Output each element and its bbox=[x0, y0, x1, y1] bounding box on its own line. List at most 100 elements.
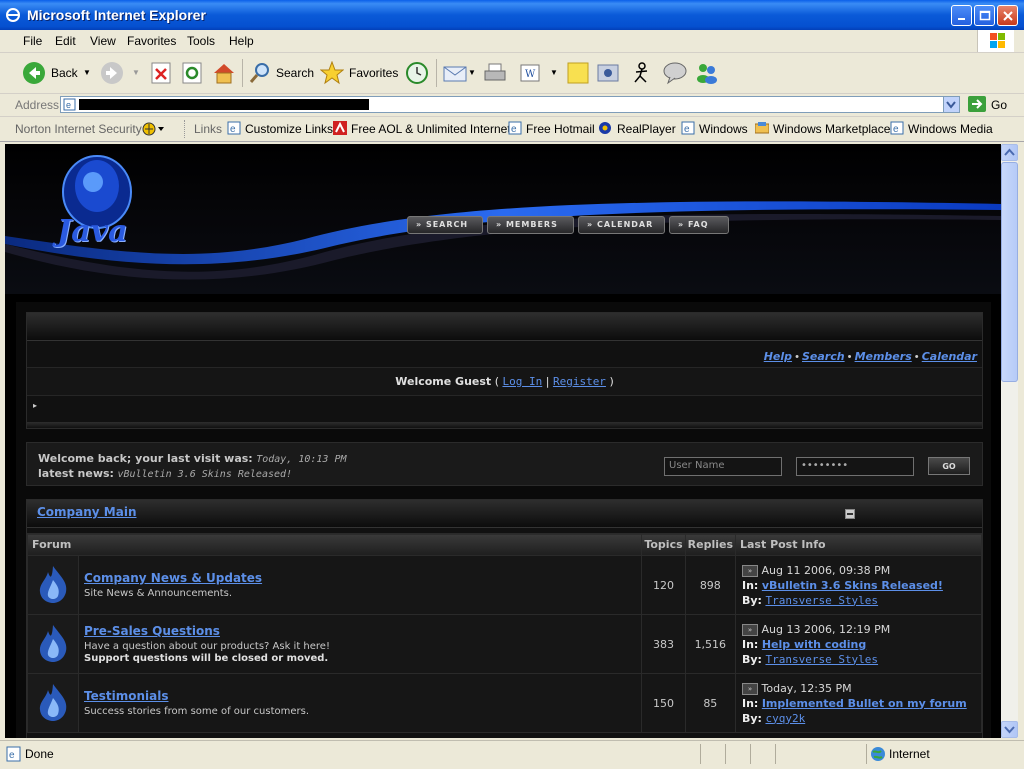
go-button[interactable] bbox=[968, 96, 986, 112]
back-button[interactable]: Back ▼ bbox=[22, 61, 94, 85]
login-link[interactable]: Log In bbox=[502, 375, 542, 388]
forum-name-link[interactable]: Pre-Sales Questions bbox=[84, 624, 640, 638]
go-to-post-icon[interactable]: » bbox=[742, 623, 758, 636]
window-frame-right bbox=[1018, 144, 1024, 738]
menu-tools[interactable]: Tools bbox=[187, 34, 215, 48]
menu-help[interactable]: Help bbox=[229, 34, 254, 48]
login-go-button[interactable]: GO bbox=[928, 457, 970, 475]
maximize-button[interactable] bbox=[974, 5, 995, 26]
password-input[interactable]: •••••••• bbox=[796, 457, 914, 476]
welcome-panel-header bbox=[27, 313, 982, 341]
print-button[interactable] bbox=[483, 61, 507, 85]
link-free-aol[interactable]: Free AOL & Unlimited Internet bbox=[351, 122, 511, 136]
vertical-scrollbar[interactable] bbox=[1001, 144, 1018, 738]
menu-file[interactable]: File bbox=[23, 34, 42, 48]
in-label: In: bbox=[742, 578, 759, 592]
go-label[interactable]: Go bbox=[991, 98, 1007, 112]
arrow-right-icon[interactable]: ▸ bbox=[33, 401, 37, 410]
research-button[interactable] bbox=[596, 61, 620, 85]
menu-favorites[interactable]: Favorites bbox=[127, 34, 176, 48]
collapse-icon[interactable] bbox=[845, 509, 855, 519]
norton-icon[interactable] bbox=[141, 121, 165, 137]
edit-button[interactable]: W ▼ bbox=[518, 61, 562, 85]
chevron-down-icon[interactable]: ▼ bbox=[83, 68, 91, 77]
last-post-user-link[interactable]: Transverse Styles bbox=[765, 594, 878, 607]
favorites-button[interactable]: Favorites bbox=[319, 60, 400, 85]
last-post-thread-link[interactable]: Help with coding bbox=[762, 638, 866, 651]
nav-search-button[interactable]: » SEARCH bbox=[407, 216, 483, 234]
last-post-thread-link[interactable]: vBulletin 3.6 Skins Released! bbox=[762, 579, 943, 592]
chevron-up-icon bbox=[1004, 148, 1015, 156]
last-post-user-link[interactable]: cyqy2k bbox=[765, 712, 805, 725]
top-link-help[interactable]: Help bbox=[764, 350, 792, 363]
link-windows[interactable]: Windows bbox=[699, 122, 748, 136]
address-input[interactable]: e bbox=[60, 96, 960, 113]
last-post-date: Aug 11 2006, 09:38 PM bbox=[761, 563, 891, 577]
window-title: Microsoft Internet Explorer bbox=[27, 7, 206, 23]
messenger-button[interactable] bbox=[694, 61, 720, 85]
address-dropdown[interactable] bbox=[943, 97, 959, 112]
scrollbar-thumb[interactable] bbox=[1001, 162, 1018, 382]
menu-view[interactable]: View bbox=[90, 34, 116, 48]
link-windows-marketplace[interactable]: Windows Marketplace bbox=[773, 122, 890, 136]
history-button[interactable] bbox=[405, 61, 429, 85]
mail-button[interactable]: ▼ bbox=[443, 61, 477, 85]
welcome-panel: Help • Search • Members • Calendar Welco… bbox=[26, 312, 983, 429]
aim-button[interactable] bbox=[630, 61, 654, 85]
discuss-button[interactable] bbox=[566, 61, 590, 85]
top-link-search[interactable]: Search bbox=[802, 350, 845, 363]
chevron-down-icon[interactable]: ▼ bbox=[550, 68, 558, 77]
home-icon bbox=[214, 64, 234, 84]
nav-faq-button[interactable]: » FAQ bbox=[669, 216, 729, 234]
by-label: By: bbox=[742, 652, 762, 666]
scroll-down-button[interactable] bbox=[1001, 721, 1018, 738]
last-post-cell: » Aug 13 2006, 12:19 PM In: Help with co… bbox=[735, 614, 982, 674]
scroll-up-button[interactable] bbox=[1001, 144, 1018, 161]
minimize-button[interactable] bbox=[951, 5, 972, 26]
link-customize-links[interactable]: Customize Links bbox=[245, 122, 333, 136]
top-link-members[interactable]: Members bbox=[855, 350, 912, 363]
forward-button[interactable]: ▼ bbox=[100, 61, 140, 85]
last-post-user-link[interactable]: Transverse Styles bbox=[765, 653, 878, 666]
chevron-down-icon[interactable]: ▼ bbox=[468, 68, 476, 77]
forum-info-cell: Pre-Sales Questions Have a question abou… bbox=[77, 614, 643, 674]
address-label: Address bbox=[15, 98, 60, 112]
menu-bar: File Edit View Favorites Tools Help bbox=[0, 30, 1024, 53]
link-windows-media[interactable]: Windows Media bbox=[908, 122, 993, 136]
welcome-open-paren: ( bbox=[494, 375, 499, 388]
svg-text:e: e bbox=[66, 100, 71, 110]
latest-news-value[interactable]: vBulletin 3.6 Skins Released! bbox=[117, 469, 292, 480]
forum-table: Forum Topics Replies Last Post Info Comp… bbox=[26, 533, 982, 733]
close-button[interactable] bbox=[997, 5, 1018, 26]
go-to-post-icon[interactable]: » bbox=[742, 564, 758, 577]
topics-count: 150 bbox=[641, 673, 686, 733]
link-free-hotmail[interactable]: Free Hotmail bbox=[526, 122, 595, 136]
category-title-link[interactable]: Company Main bbox=[37, 505, 136, 519]
forum-name-link[interactable]: Testimonials bbox=[84, 689, 640, 703]
search-button[interactable]: Search bbox=[248, 61, 314, 85]
go-to-post-icon[interactable]: » bbox=[742, 682, 758, 695]
chevron-down-icon: ▼ bbox=[132, 68, 140, 77]
favorites-label: Favorites bbox=[349, 66, 399, 80]
nav-calendar-button[interactable]: » CALENDAR bbox=[578, 216, 665, 234]
welcome-panel-footer bbox=[27, 422, 982, 428]
register-link[interactable]: Register bbox=[553, 375, 606, 388]
mail-icon bbox=[443, 66, 467, 82]
latest-news-label: latest news: bbox=[38, 467, 114, 480]
last-post-thread-link[interactable]: Implemented Bullet on my forum bbox=[762, 697, 967, 710]
messenger-chat-button[interactable] bbox=[662, 61, 688, 85]
menu-edit[interactable]: Edit bbox=[55, 34, 76, 48]
site-logo-text[interactable]: Java bbox=[57, 214, 128, 249]
refresh-button[interactable] bbox=[181, 61, 203, 85]
forum-name-link[interactable]: Company News & Updates bbox=[84, 571, 640, 585]
home-button[interactable] bbox=[212, 61, 236, 85]
norton-label[interactable]: Norton Internet Security bbox=[15, 122, 142, 136]
top-link-calendar[interactable]: Calendar bbox=[922, 350, 977, 363]
security-zone-label: Internet bbox=[889, 747, 930, 761]
username-input[interactable]: User Name bbox=[664, 457, 782, 476]
stop-button[interactable] bbox=[150, 61, 172, 85]
close-icon bbox=[1003, 11, 1013, 21]
link-realplayer[interactable]: RealPlayer bbox=[617, 122, 676, 136]
nav-members-button[interactable]: » MEMBERS bbox=[487, 216, 574, 234]
links-bar: Norton Internet Security Links e Customi… bbox=[0, 117, 1024, 142]
